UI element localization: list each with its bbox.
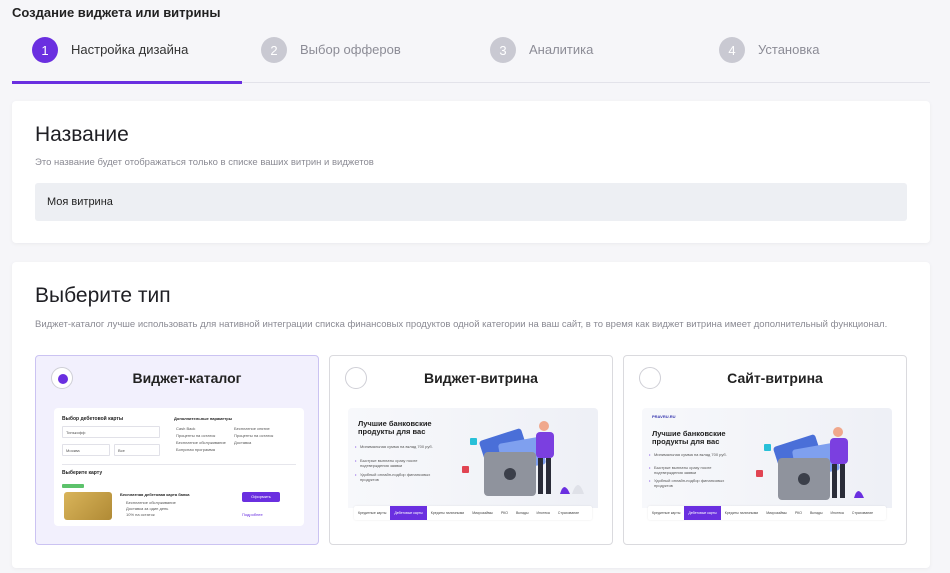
name-heading: Название [35,123,129,146]
preview-apply-button: Оформить [242,492,280,502]
preview-tab: Вклады [516,511,529,515]
preview-card-feature: Доставка за один день [126,506,169,511]
preview-tabs: Кредитные карты Дебетовые карты Кредиты … [648,506,886,520]
preview-tab: Страхование [851,511,874,515]
name-hint: Это название будет отображаться только в… [35,157,374,168]
preview-card-name: Бесплатная дебетовая карта банка [120,492,190,497]
option-site-showcase[interactable]: Сайт-витрина PRAVRU.RU Лучшие банковские… [623,355,907,545]
type-heading: Выберите тип [35,284,171,307]
preview-city-label: Москва [66,448,80,453]
preview-tab-active: Дебетовые карты [684,506,721,520]
radio-button[interactable] [345,367,367,389]
preview-extra-params: Дополнительные параметры [174,416,233,421]
preview-tab: Вклады [810,511,823,515]
page-title: Создание виджета или витрины [12,5,221,20]
preview-headline: Лучшие банковские продукты для вас [652,429,726,446]
preview-checkbox: Бесплатное обслуживание [176,440,226,445]
step-number: 4 [719,37,745,63]
preview-tabs: Кредитные карты Дебетовые карты Кредиты … [354,506,592,520]
name-input[interactable] [35,183,907,221]
type-hint: Виджет-каталог лучше использовать для на… [35,319,888,330]
step-offers[interactable]: 2 Выбор офферов [261,37,401,81]
preview-tab: Кредитные карты [358,511,387,515]
preview-tab: Кредиты наличными [430,511,465,515]
catalog-preview-image: Выбор дебетовой карты Дополнительные пар… [54,408,304,526]
preview-tab: Страхование [557,511,580,515]
preview-checkbox: Проценты на остаток [234,433,274,438]
step-number: 1 [32,37,58,63]
step-design[interactable]: 1 Настройка дизайна [32,37,188,81]
preview-checkbox: Cash Back [176,426,196,431]
step-label: Установка [758,42,820,57]
preview-headline: Лучшие банковские продукты для вас [358,419,432,436]
preview-bullet: Быстрые выплаты сразу после подтверждени… [355,458,440,468]
preview-tab-active: Дебетовые карты [390,506,427,520]
preview-checkbox: Бесплатное снятие [234,426,270,431]
preview-card-feature: Бесплатное обслуживание [126,500,176,505]
preview-checkbox: Проценты на остаток [176,433,216,438]
preview-card-feature: 10% на остаток [126,512,155,517]
preview-bullet: Удобный онлайн-подбор финансовых продукт… [355,472,440,482]
preview-tab: РКО [500,511,509,515]
preview-checkbox: Доставка [234,440,252,445]
preview-choose-card: Выберите карту [62,470,103,476]
radio-button[interactable] [51,367,73,389]
option-title: Виджет-витрина [424,370,538,386]
preview-heading: Выбор дебетовой карты [62,416,124,422]
preview-bullet: Удобный онлайн-подбор финансовых продукт… [649,478,734,488]
preview-tab: Кредитные карты [652,511,681,515]
preview-tab: Микрозаймы [472,511,493,515]
preview-illustration [756,427,864,500]
type-section: Выберите тип Виджет-каталог лучше исполь… [12,262,930,568]
preview-tab: Ипотека [536,511,550,515]
preview-bullet: Минимальная сумма на вклад 700 руб. [649,452,734,457]
option-widget-showcase[interactable]: Виджет-витрина Лучшие банковские продукт… [329,355,613,545]
preview-tab: РКО [794,511,803,515]
preview-bullet: Минимальная сумма на вклад 700 руб. [355,444,440,449]
step-number: 2 [261,37,287,63]
option-title: Виджет-каталог [132,370,242,386]
preview-bullet: Быстрые выплаты сразу после подтверждени… [649,465,734,475]
option-widget-catalog[interactable]: Виджет-каталог Выбор дебетовой карты Доп… [35,355,319,545]
preview-illustration [462,421,584,496]
step-number: 3 [490,37,516,63]
preview-divider [62,464,296,465]
preview-tab: Ипотека [830,511,844,515]
radio-button[interactable] [639,367,661,389]
step-label: Аналитика [529,42,594,57]
step-analytics[interactable]: 3 Аналитика [490,37,593,81]
option-title: Сайт-витрина [727,370,823,386]
showcase-preview-image: Лучшие банковские продукты для вас Миним… [348,408,598,526]
preview-tab: Кредиты наличными [724,511,759,515]
preview-all-label: Все [118,448,125,453]
name-section: Название Это название будет отображаться… [12,101,930,243]
site-preview-image: PRAVRU.RU Лучшие банковские продукты для… [642,408,892,526]
stepper: 1 Настройка дизайна 2 Выбор офферов 3 Ан… [12,37,930,84]
step-label: Выбор офферов [300,42,401,57]
preview-tab: Микрозаймы [766,511,787,515]
active-step-indicator [12,81,242,84]
step-install[interactable]: 4 Установка [719,37,819,81]
step-label: Настройка дизайна [71,42,189,57]
preview-badge [62,484,84,488]
preview-logo: PRAVRU.RU [652,414,676,419]
preview-details-link: Подробнее [242,512,263,517]
preview-card-image [64,492,112,520]
preview-checkbox: Бонусная программа [176,447,215,452]
preview-bank-label: Тинькофф [66,430,86,435]
